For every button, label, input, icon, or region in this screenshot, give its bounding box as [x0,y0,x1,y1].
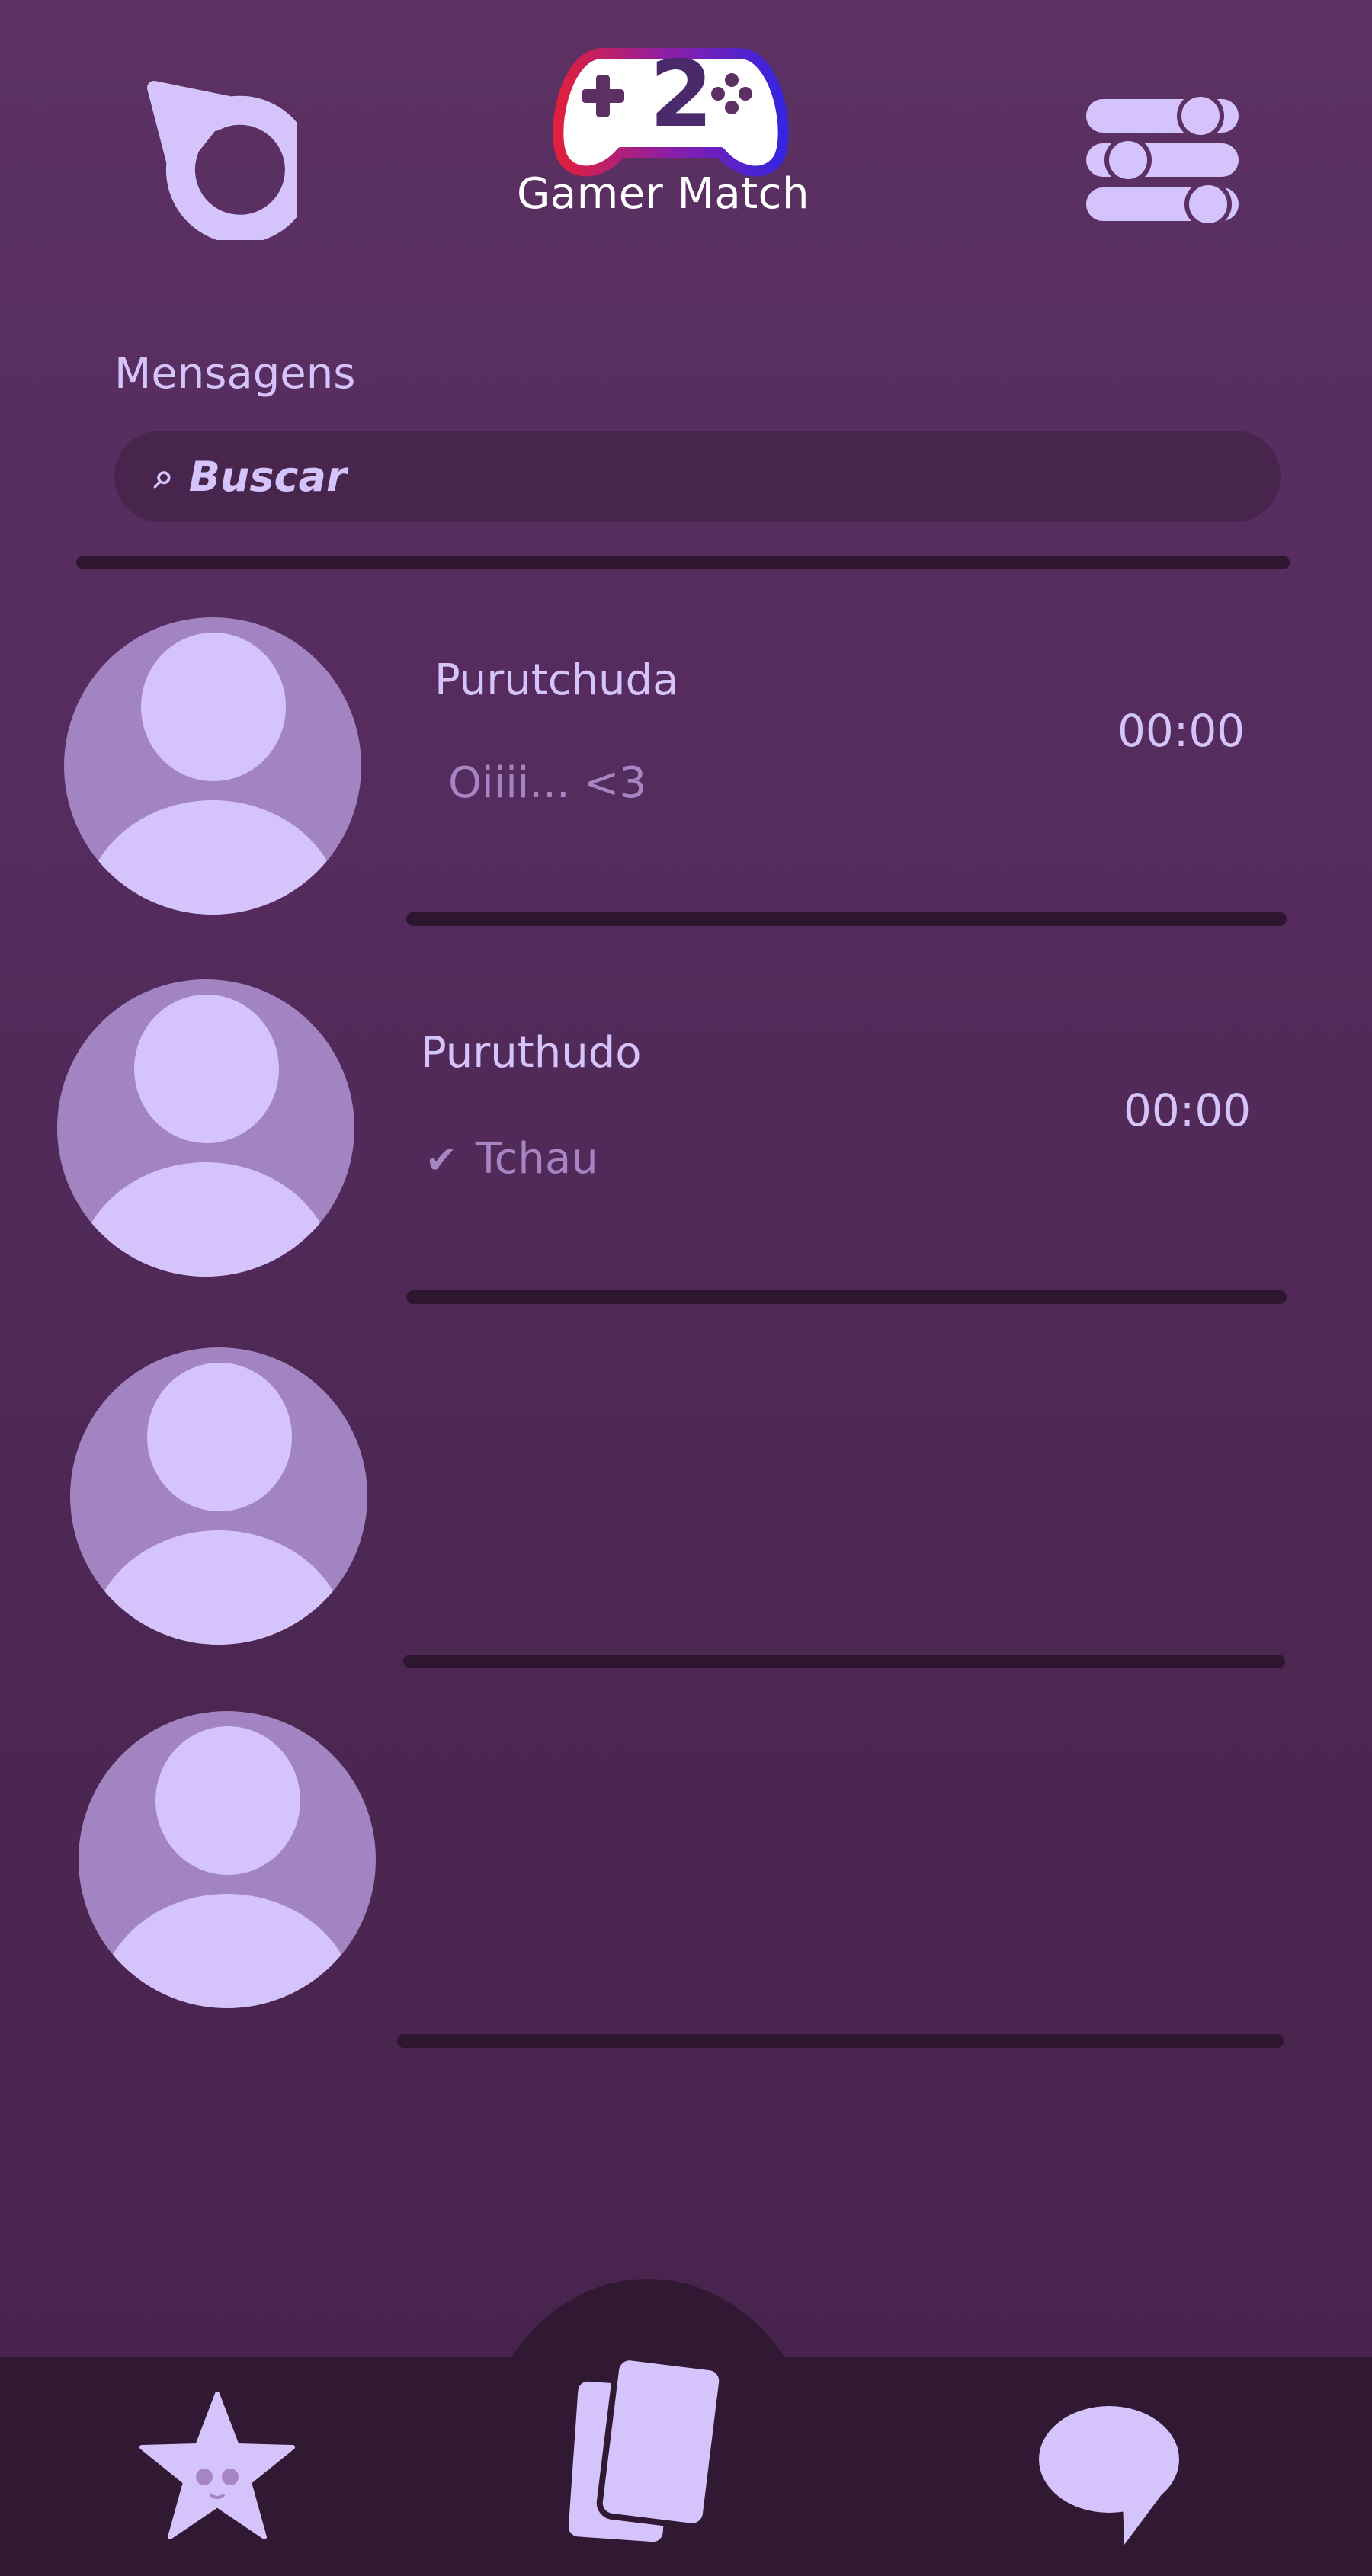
avatar [57,979,354,1277]
check-icon: ✔ [425,1138,457,1182]
nav-favorites-button[interactable] [137,2389,297,2545]
chat-time: 00:00 [1117,705,1245,757]
chat-preview: Tchau [475,1134,598,1184]
search-divider [76,556,1290,569]
avatar [70,1347,367,1645]
nav-cards-button[interactable] [553,2354,736,2555]
search-input[interactable] [188,452,1180,501]
chat-row[interactable]: Purutchuda 00:00 Oiiii... <3 [0,610,1372,930]
nav-messages-button[interactable] [1033,2405,1185,2552]
refresh-icon [147,81,297,240]
avatar [79,1711,376,2008]
messages-title: Mensagens [114,349,356,399]
search-icon: ⌕ [154,455,174,496]
chat-name: Puruthudo [421,1028,642,1078]
chat-row[interactable] [0,1703,1372,2023]
cards-icon [563,2354,726,2547]
app-logo: 2 [549,38,793,186]
chat-divider [403,1655,1285,1668]
chat-divider [406,1290,1287,1304]
search-bar[interactable]: ⌕ [114,431,1281,522]
chat-divider [406,912,1287,926]
app-title: Gamer Match [517,169,809,219]
chat-preview-line: ✔ Tchau [425,1134,598,1184]
chat-time: 00:00 [1124,1085,1252,1136]
logo-number: 2 [649,42,713,148]
refresh-button[interactable] [145,80,297,240]
chat-row[interactable] [0,1339,1372,1659]
bottom-nav [0,2354,1372,2576]
avatar [64,617,361,915]
sliders-icon [1086,93,1239,226]
chat-bubble-icon [1039,2406,1179,2545]
chat-row[interactable]: Puruthudo 00:00 ✔ Tchau [0,972,1372,1292]
chat-divider [397,2034,1284,2048]
settings-button[interactable] [1086,93,1242,226]
chat-name: Purutchuda [434,655,679,705]
chat-preview: Oiiii... <3 [448,758,647,808]
star-icon [139,2392,295,2539]
